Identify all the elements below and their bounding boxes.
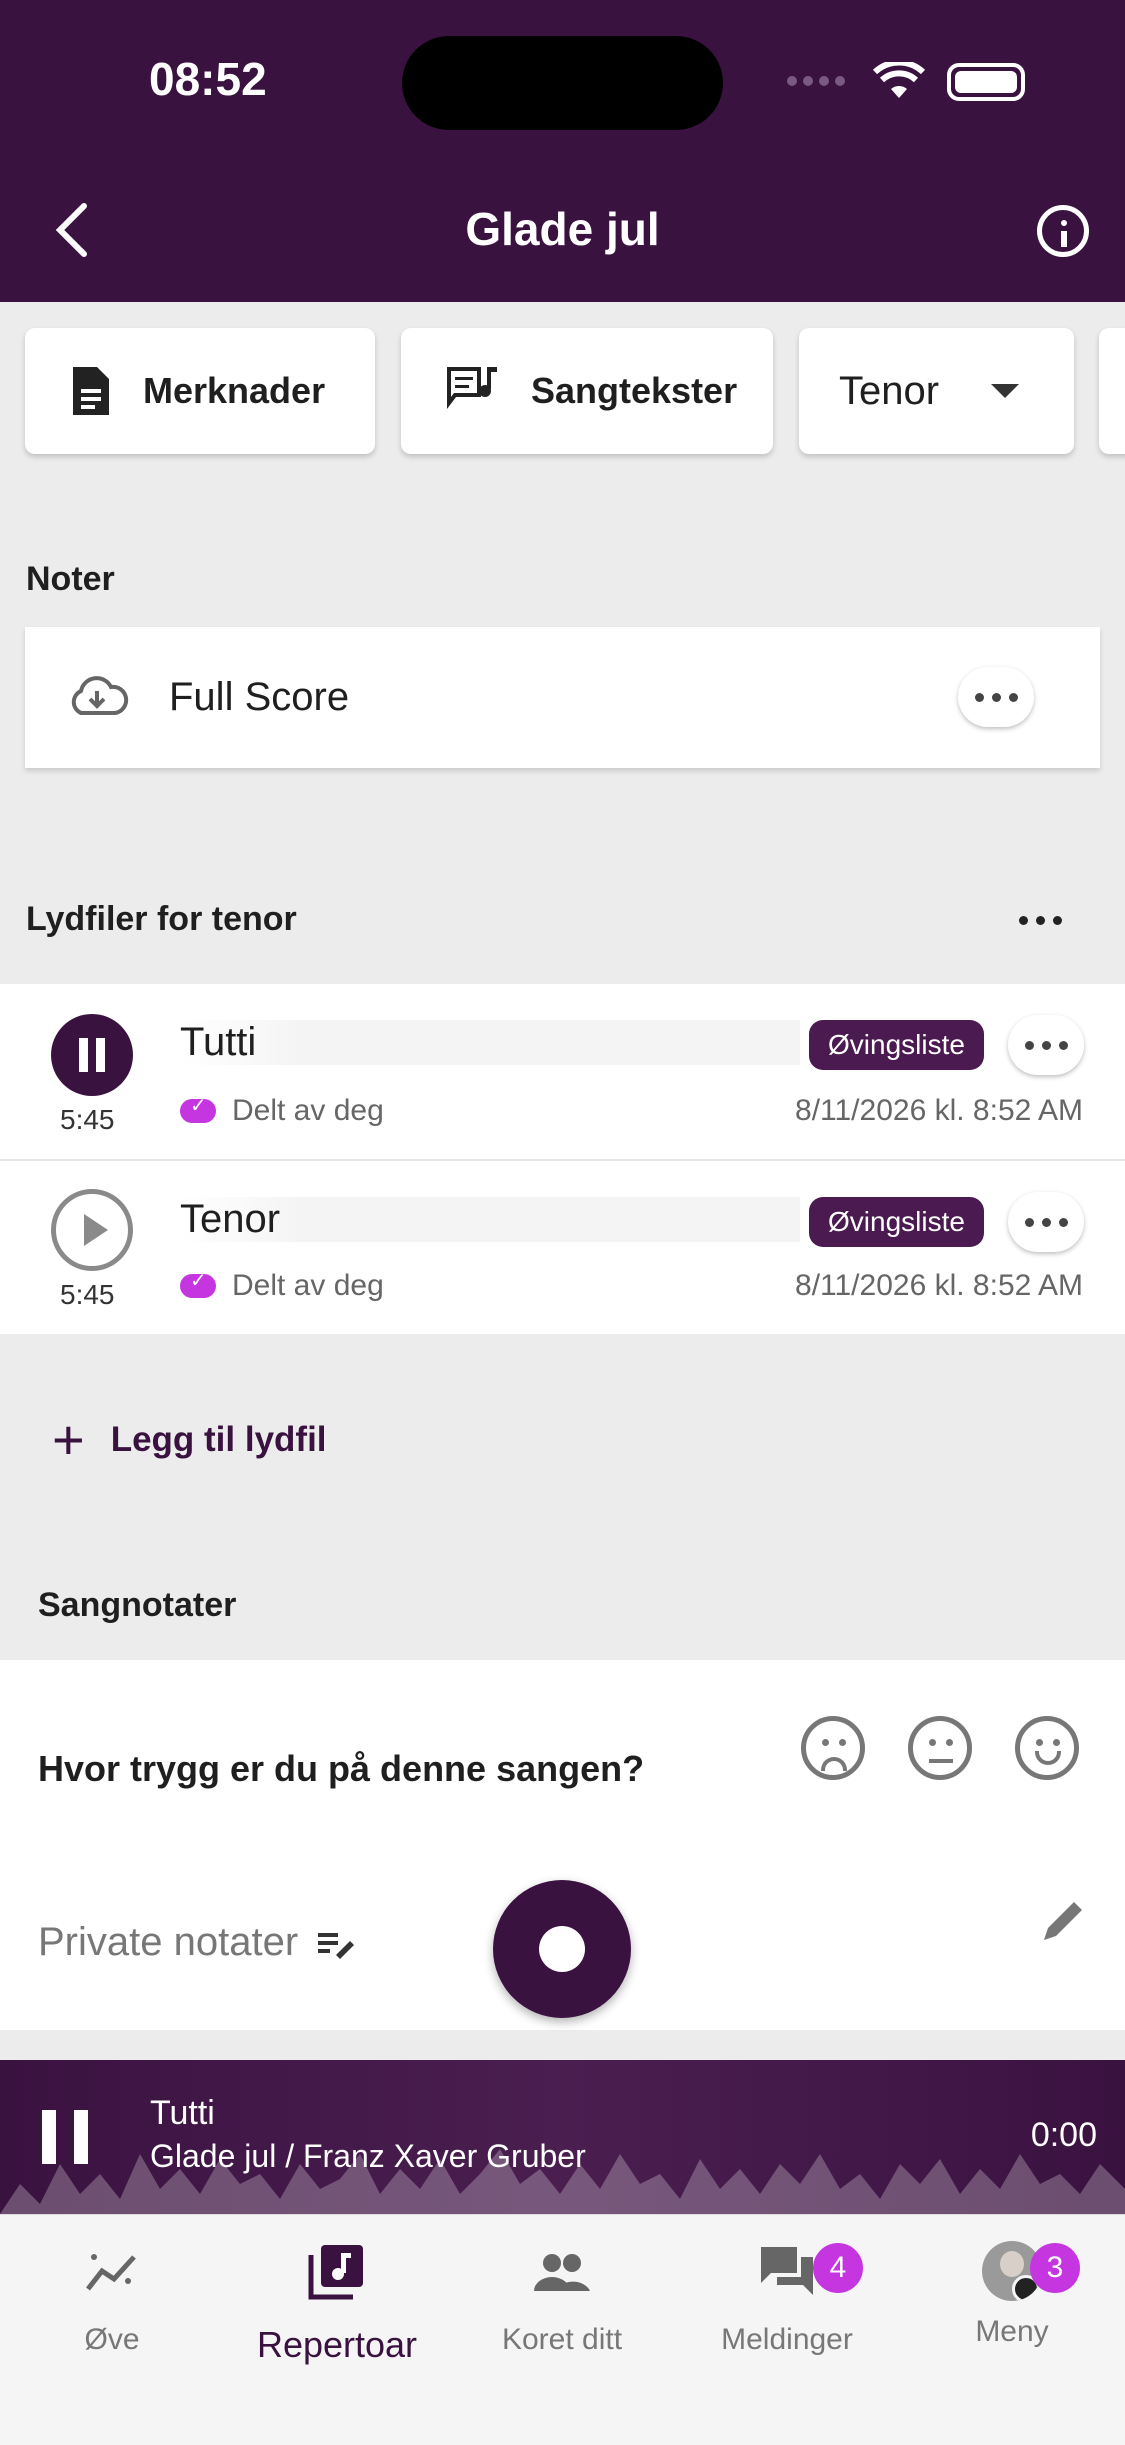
full-score-more-button[interactable] — [958, 667, 1034, 727]
lyrics-chip-button[interactable]: Sangtekster — [401, 328, 773, 454]
practice-icon — [86, 2254, 136, 2291]
add-audio-label: Legg til lydfil — [110, 1420, 327, 1459]
player-time: 0:00 — [1030, 2116, 1097, 2154]
happy-face-icon[interactable] — [1015, 1716, 1079, 1780]
voice-select-value: Tenor — [839, 368, 940, 413]
pause-button[interactable] — [51, 1014, 133, 1096]
song-notes-title: Sangnotater — [38, 1586, 237, 1624]
noter-section-title: Noter — [26, 560, 115, 598]
lyrics-chip-label: Sangtekster — [531, 370, 738, 411]
full-score-item[interactable]: Full Score — [25, 627, 1100, 768]
app-header: 08:52 Glade jul — [0, 0, 1125, 302]
notes-chip-button[interactable]: Merknader — [25, 328, 375, 454]
add-audio-button[interactable]: + Legg til lydfil — [52, 1408, 327, 1471]
tab-label: Meny — [975, 2315, 1049, 2348]
tab-menu[interactable]: Meny 3 — [912, 2241, 1112, 2349]
player-title: Tutti — [150, 2094, 215, 2132]
player-subtitle: Glade jul / Franz Xaver Gruber — [150, 2138, 586, 2174]
play-icon — [84, 1214, 108, 1246]
info-icon[interactable] — [1037, 205, 1089, 257]
audio-row[interactable]: 5:45 Tutti Øvingsliste Delt av deg 8/11/… — [0, 984, 1125, 1158]
audio-list: 5:45 Tutti Øvingsliste Delt av deg 8/11/… — [0, 984, 1125, 1334]
audio-title: Tenor — [180, 1197, 800, 1242]
shared-status: Delt av deg — [180, 1093, 384, 1128]
menu-badge: 3 — [1030, 2243, 1080, 2293]
mini-player[interactable]: Tutti Glade jul / Franz Xaver Gruber 0:0… — [0, 2060, 1125, 2214]
private-notes-field[interactable]: Private notater — [38, 1920, 356, 1965]
more-chip[interactable] — [1099, 328, 1125, 454]
dropdown-arrow-icon — [991, 384, 1019, 398]
sad-face-icon[interactable] — [801, 1716, 865, 1780]
audio-section-more-button[interactable] — [1010, 900, 1070, 940]
practice-list-badge[interactable]: Øvingsliste — [809, 1020, 984, 1070]
voice-select[interactable]: Tenor — [799, 328, 1074, 454]
private-notes-placeholder: Private notater — [38, 1920, 299, 1964]
tab-repertoire[interactable]: Repertoar — [237, 2241, 437, 2366]
notes-chip-label: Merknader — [143, 370, 326, 411]
shared-label: Delt av deg — [232, 1094, 384, 1127]
repertoire-icon — [308, 2245, 363, 2300]
practice-list-badge[interactable]: Øvingsliste — [809, 1197, 984, 1247]
audio-duration: 5:45 — [60, 1279, 115, 1310]
play-button[interactable] — [51, 1189, 133, 1271]
shared-label: Delt av deg — [232, 1269, 384, 1302]
audio-date: 8/11/2026 kl. 8:52 AM — [795, 1269, 1083, 1302]
plus-icon: + — [52, 1408, 85, 1471]
audio-duration: 5:45 — [60, 1104, 115, 1135]
tab-label: Øve — [84, 2323, 140, 2356]
document-icon — [73, 367, 109, 415]
dynamic-island — [402, 36, 723, 130]
battery-icon — [947, 63, 1025, 101]
chat-icon — [761, 2247, 813, 2295]
player-pause-button[interactable] — [42, 2110, 90, 2164]
status-icons — [787, 62, 1025, 102]
messages-badge: 4 — [813, 2243, 863, 2293]
tab-practice[interactable]: Øve — [12, 2241, 212, 2357]
wifi-icon — [873, 62, 925, 98]
audio-more-button[interactable] — [1008, 1015, 1084, 1075]
bottom-tab-bar: Øve Repertoar Koret ditt Meldinger 4 Men… — [0, 2214, 1125, 2445]
group-icon — [534, 2254, 590, 2291]
page-title: Glade jul — [465, 203, 660, 255]
neutral-face-icon[interactable] — [908, 1716, 972, 1780]
cloud-download-icon — [71, 676, 129, 715]
cloud-check-icon — [180, 1093, 216, 1123]
shared-status: Delt av deg — [180, 1268, 384, 1303]
tab-label: Meldinger — [721, 2323, 853, 2356]
pencil-icon[interactable] — [1038, 1896, 1088, 1946]
full-score-label: Full Score — [169, 675, 350, 719]
tab-choir[interactable]: Koret ditt — [462, 2241, 662, 2357]
signal-icon — [787, 73, 851, 91]
audio-row[interactable]: 5:45 Tenor Øvingsliste Delt av deg 8/11/… — [0, 1159, 1125, 1335]
confidence-question: Hvor trygg er du på denne sangen? — [38, 1748, 645, 1789]
audio-date: 8/11/2026 kl. 8:52 AM — [795, 1094, 1083, 1127]
record-button[interactable] — [493, 1880, 631, 2018]
status-time: 08:52 — [149, 53, 267, 105]
tab-label: Repertoar — [256, 2324, 418, 2365]
audio-more-button[interactable] — [1008, 1192, 1084, 1252]
tab-label: Koret ditt — [501, 2323, 623, 2356]
tab-messages[interactable]: Meldinger 4 — [687, 2241, 887, 2357]
lyrics-icon — [447, 367, 497, 409]
cloud-check-icon — [180, 1268, 216, 1298]
audio-section-title: Lydfiler for tenor — [26, 900, 297, 938]
notes-edit-icon — [318, 1932, 355, 1959]
audio-title: Tutti — [180, 1020, 800, 1065]
